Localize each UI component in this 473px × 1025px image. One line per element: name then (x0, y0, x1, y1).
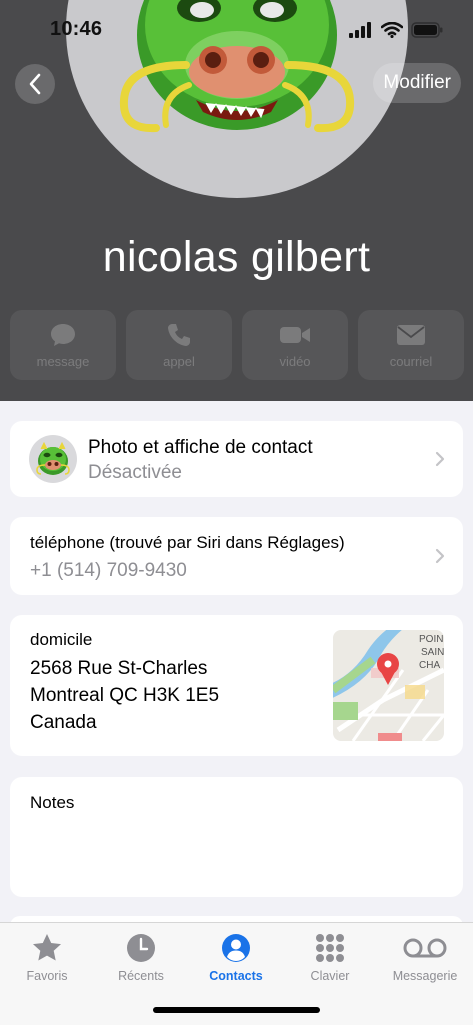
keypad-icon (316, 934, 344, 962)
mail-action-label: courriel (389, 354, 433, 369)
poster-title: Photo et affiche de contact (88, 437, 313, 458)
tab-clavier[interactable]: Clavier (285, 929, 375, 983)
address-label: domicile (30, 630, 93, 649)
address-line-1: 2568 Rue St-Charles (30, 658, 208, 679)
address-line-3: Canada (30, 712, 97, 733)
map-thumbnail: POIN SAIN CHA (333, 630, 444, 741)
address-text: 2568 Rue St-Charles Montreal QC H3K 1E5 … (30, 655, 219, 736)
chevron-right-icon (435, 451, 445, 467)
address-card[interactable]: domicile 2568 Rue St-Charles Montreal QC… (10, 615, 463, 756)
chevron-left-icon (29, 73, 41, 95)
map-label-3: CHA (419, 660, 440, 671)
phone-card[interactable]: téléphone (trouvé par Siri dans Réglages… (10, 517, 463, 595)
contact-name: nicolas gilbert (102, 233, 371, 281)
call-action-button[interactable]: appel (126, 310, 232, 380)
map-label-1: POIN (419, 634, 443, 645)
notes-label: Notes (30, 793, 75, 812)
person-circle-icon (222, 934, 250, 962)
tab-recents[interactable]: Récents (96, 929, 186, 983)
poster-status: Désactivée (88, 462, 182, 483)
tab-label: Clavier (310, 969, 350, 983)
call-action-label: appel (163, 354, 195, 369)
home-indicator[interactable] (153, 1007, 320, 1013)
video-action-label: vidéo (279, 354, 311, 369)
edit-button[interactable]: Modifier (373, 63, 461, 103)
tab-label: Favoris (26, 969, 68, 983)
mail-action-button[interactable]: courriel (358, 310, 464, 380)
phone-icon (168, 324, 190, 346)
tab-messagerie[interactable]: Messagerie (380, 929, 470, 983)
message-bubble-icon (51, 324, 75, 346)
quick-actions: message appel vidéo courriel (10, 310, 464, 380)
chevron-right-icon (435, 548, 445, 564)
message-action-button[interactable]: message (10, 310, 116, 380)
star-icon (33, 934, 61, 961)
back-button[interactable] (15, 64, 55, 104)
battery-icon (411, 22, 443, 38)
voicemail-icon (403, 938, 447, 958)
video-action-button[interactable]: vidéo (242, 310, 348, 380)
message-action-label: message (36, 354, 90, 369)
phone-label: téléphone (trouvé par Siri dans Réglages… (30, 533, 345, 552)
status-icons (349, 22, 443, 38)
contact-header: 10:46 Modifier nicolas gilbert message a… (0, 0, 473, 401)
tab-contacts[interactable]: Contacts (191, 929, 281, 983)
poster-avatar (29, 435, 77, 483)
tab-favoris[interactable]: Favoris (2, 929, 92, 983)
envelope-icon (397, 325, 425, 345)
wifi-icon (381, 22, 403, 38)
video-camera-icon (280, 327, 310, 343)
clock-icon (127, 934, 155, 962)
dragon-memoji-icon (36, 441, 70, 475)
notes-card[interactable]: Notes (10, 777, 463, 897)
status-time: 10:46 (50, 18, 103, 40)
tab-label: Récents (118, 969, 164, 983)
address-map[interactable]: POIN SAIN CHA (333, 630, 444, 741)
address-line-2: Montreal QC H3K 1E5 (30, 685, 220, 706)
map-label-2: SAIN (421, 647, 444, 658)
contact-poster-card[interactable]: Photo et affiche de contact Désactivée (10, 421, 463, 497)
tab-label: Messagerie (392, 969, 458, 983)
signal-icon (349, 22, 371, 38)
tab-label: Contacts (209, 969, 263, 983)
phone-number[interactable]: +1 (514) 709-9430 (30, 560, 187, 582)
